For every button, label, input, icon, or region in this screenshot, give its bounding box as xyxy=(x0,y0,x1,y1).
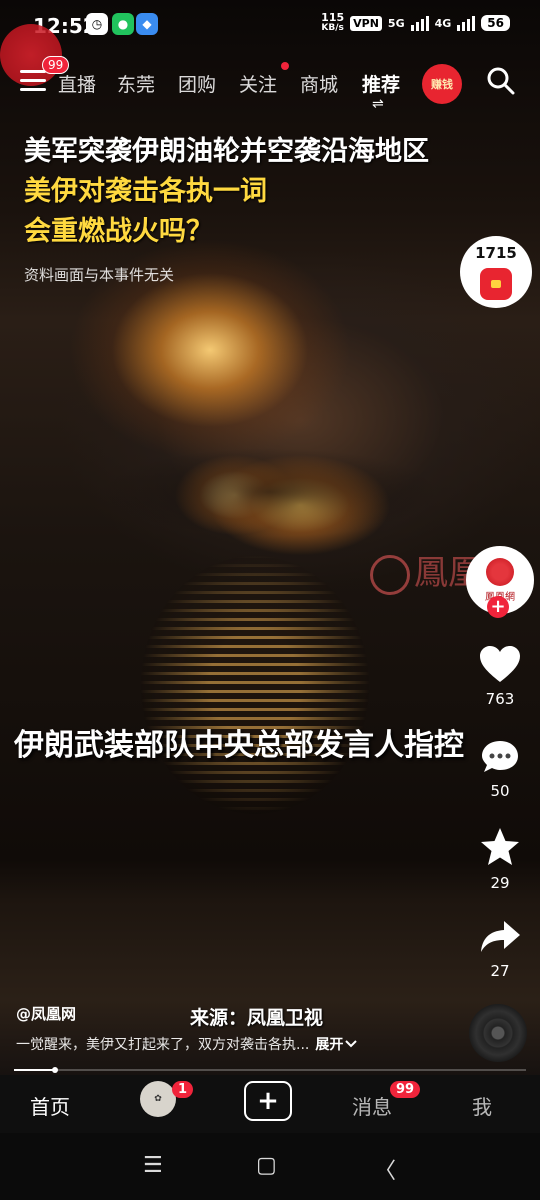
network-speed-value: 115 xyxy=(321,11,345,24)
signal-bars-icon xyxy=(410,15,429,31)
chevron-down-icon xyxy=(345,1040,358,1048)
status-bar: 12:52 ◷ ● ◆ 115 KB/s VPN 5G 4G 56 xyxy=(0,0,540,50)
share-arrow-icon xyxy=(481,921,520,952)
network-speed: 115 KB/s xyxy=(321,12,344,34)
headline-line-3: 会重燃战火吗？ xyxy=(24,216,213,247)
earn-money-label: 赚钱 xyxy=(431,78,453,91)
nav-messages[interactable]: 消息 xyxy=(352,1091,392,1120)
nav-me[interactable]: 我 xyxy=(472,1091,492,1120)
plus-icon: + xyxy=(257,1086,279,1116)
progress-knob[interactable] xyxy=(51,1067,58,1073)
friends-badge: 1 xyxy=(172,1081,194,1098)
comment-icon xyxy=(482,741,518,772)
tab-mall[interactable]: 商城 xyxy=(300,70,338,97)
tab-recommend[interactable]: 推荐 xyxy=(362,70,400,97)
video-water-reflection xyxy=(140,555,370,815)
create-button[interactable]: + xyxy=(244,1081,292,1121)
progress-fill xyxy=(14,1069,55,1071)
coin-reward-widget[interactable]: 1715 xyxy=(460,236,532,308)
star-icon xyxy=(481,828,519,865)
expand-label: 展开 xyxy=(315,1037,344,1053)
signal-4g-label: 4G xyxy=(434,16,452,30)
like-count: 763 xyxy=(485,690,515,708)
screen: 12:52 ◷ ● ◆ 115 KB/s VPN 5G 4G 56 99 直播 … xyxy=(0,0,540,1200)
watermark-logo-icon xyxy=(370,555,410,595)
red-envelope-icon xyxy=(480,268,512,300)
following-dot-badge xyxy=(281,62,289,70)
clock-app-icon: ◷ xyxy=(86,13,108,35)
tab-dongguan[interactable]: 东莞 xyxy=(117,70,155,97)
description-text: 一觉醒来，美伊又打起来了，双方对袭击各执... xyxy=(16,1037,310,1053)
video-progress-bar[interactable] xyxy=(14,1067,526,1073)
share-count: 27 xyxy=(490,962,510,980)
messages-badge: 99 xyxy=(390,1081,421,1098)
search-icon[interactable] xyxy=(486,66,516,96)
comment-count: 50 xyxy=(490,782,510,800)
comment-button[interactable]: 50 xyxy=(470,738,530,800)
signal-5g-label: 5G xyxy=(387,16,405,30)
favorite-count: 29 xyxy=(490,874,510,892)
follow-button[interactable]: + xyxy=(487,596,509,618)
top-nav: 99 直播 东莞 团购 关注 商城 推荐 ⇌ 赚钱 xyxy=(0,24,540,112)
expand-button[interactable]: 展开 xyxy=(315,1037,358,1053)
vpn-badge: VPN xyxy=(350,15,382,31)
signal-bars-icon xyxy=(457,15,476,31)
video-ship-silhouette xyxy=(60,420,480,540)
coin-count: 1715 xyxy=(475,244,517,262)
video-source-caption: 来源：凤凰卫视 xyxy=(190,1007,324,1029)
status-right-group: 115 KB/s VPN 5G 4G 56 xyxy=(321,12,510,34)
recents-icon[interactable]: ☰ xyxy=(143,1153,163,1178)
headline-line-2: 美伊对袭击各执一词 xyxy=(24,176,267,207)
menu-icon[interactable] xyxy=(20,70,46,92)
friends-avatar-icon[interactable]: ✿ xyxy=(140,1081,176,1117)
browser-icon: ◆ xyxy=(136,13,158,35)
author-handle[interactable]: @凤凰网 xyxy=(16,1003,76,1024)
swap-icon: ⇌ xyxy=(372,96,384,112)
bottom-nav: 首页 ✿ 1 + 消息 99 我 xyxy=(0,1075,540,1133)
music-disc-icon[interactable] xyxy=(469,1004,527,1062)
battery-indicator: 56 xyxy=(481,15,510,31)
tab-group-buy[interactable]: 团购 xyxy=(178,70,216,97)
headline-line-1: 美军突袭伊朗油轮并空袭沿海地区 xyxy=(24,136,429,167)
home-icon[interactable]: ▢ xyxy=(256,1153,277,1178)
phoenix-logo-icon xyxy=(486,557,514,586)
tab-live[interactable]: 直播 xyxy=(58,70,96,97)
video-description: 一觉醒来，美伊又打起来了，双方对袭击各执... 展开 xyxy=(16,1034,358,1054)
tab-following[interactable]: 关注 xyxy=(239,70,277,97)
like-button[interactable]: 763 xyxy=(470,644,530,708)
back-icon[interactable]: 〈 xyxy=(374,1153,396,1185)
footage-disclaimer: 资料画面与本事件无关 xyxy=(24,266,175,284)
nav-home[interactable]: 首页 xyxy=(30,1091,70,1120)
earn-money-button[interactable]: 赚钱 xyxy=(422,64,462,104)
favorite-button[interactable]: 29 xyxy=(470,826,530,892)
network-speed-unit: KB/s xyxy=(321,23,344,33)
heart-icon xyxy=(480,646,520,682)
video-subtitle: 伊朗武装部队中央总部发言人指控 xyxy=(14,728,464,763)
share-button[interactable]: 27 xyxy=(470,918,530,980)
system-nav-bar: ☰ ▢ 〈 xyxy=(0,1133,540,1200)
video-headline: 美军突袭伊朗油轮并空袭沿海地区 美伊对袭击各执一词 会重燃战火吗？ xyxy=(24,132,429,252)
wechat-icon: ● xyxy=(112,13,134,35)
